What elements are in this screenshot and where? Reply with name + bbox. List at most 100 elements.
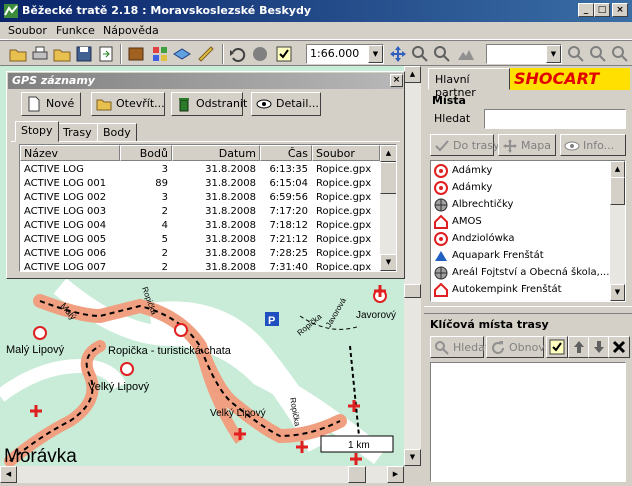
search-label: Hledat xyxy=(434,112,471,125)
move-icon[interactable] xyxy=(388,44,408,64)
table-cell: 31.8.2008 xyxy=(205,192,256,203)
export-icon[interactable] xyxy=(96,44,116,64)
column-header-bodu[interactable]: Bodů xyxy=(120,145,172,161)
save-icon[interactable] xyxy=(74,44,94,64)
scroll-right-icon[interactable]: ▶ xyxy=(387,466,404,483)
scale-select[interactable]: 1:66.000 ▼ xyxy=(306,44,384,64)
table-row[interactable]: ACTIVE LOG 003 2 31.8.2008 7:17:20 Ropice.gp… xyxy=(20,205,380,219)
terrain-icon[interactable] xyxy=(456,44,476,64)
open-folder-icon[interactable] xyxy=(8,44,28,64)
new-button[interactable]: Nové xyxy=(21,92,81,116)
find-icon[interactable] xyxy=(566,44,586,64)
table-cell: ACTIVE LOG 005 xyxy=(24,234,107,245)
mapa-button[interactable]: Mapa xyxy=(498,134,556,156)
obnovit-button[interactable]: Obnovit xyxy=(486,336,552,358)
search-icon xyxy=(435,341,449,355)
table-row[interactable]: ACTIVE LOG 004 4 31.8.2008 7:18:12 Ropice.gp… xyxy=(20,219,380,233)
checklist-button[interactable] xyxy=(546,336,568,358)
table-row[interactable]: ACTIVE LOG 006 2 31.8.2008 7:28:25 Ropice.gp… xyxy=(20,247,380,261)
table-row[interactable]: ACTIVE LOG 002 3 31.8.2008 6:59:56 Ropice.gp… xyxy=(20,191,380,205)
table-cell: 7:18:12 xyxy=(269,220,308,231)
table-cell: ACTIVE LOG 002 xyxy=(24,192,107,203)
gps-close-button[interactable]: × xyxy=(390,74,403,87)
hledat-button[interactable]: Hledat xyxy=(430,336,489,358)
list-scroll-thumb[interactable] xyxy=(380,162,396,194)
scroll-down-icon[interactable]: ▼ xyxy=(610,284,625,301)
table-row[interactable]: ACTIVE LOG 001 89 31.8.2008 6:15:04 Ropice.g… xyxy=(20,177,380,191)
info-button[interactable]: Info... xyxy=(560,134,626,156)
chevron-down-icon[interactable]: ▼ xyxy=(546,45,561,63)
open-button[interactable]: Otevřít... xyxy=(91,92,165,116)
search-combo[interactable]: ▼ xyxy=(486,44,562,64)
table-cell: Ropice.gpx xyxy=(316,192,372,203)
column-header-cas[interactable]: Čas xyxy=(260,145,312,161)
column-header-soubor[interactable]: Soubor xyxy=(312,145,380,161)
places-list[interactable]: Adámky Adámky Albrechtičky AMOS Andziolówka A… xyxy=(430,160,626,302)
water-icon xyxy=(435,251,447,261)
place-name: Areál Fojtství a Obecná škola,... xyxy=(452,267,610,278)
checklist-icon[interactable] xyxy=(274,44,294,64)
do-trasy-button[interactable]: Do trasy xyxy=(430,134,500,156)
book-icon[interactable] xyxy=(126,44,146,64)
arrow-up-icon xyxy=(574,341,584,353)
move-up-button[interactable] xyxy=(568,336,590,358)
column-header-nazev[interactable]: Název xyxy=(20,145,120,161)
key-places-heading: Klíčová místa trasy xyxy=(430,318,549,331)
search-input[interactable] xyxy=(484,109,626,129)
remove-button[interactable]: Odstranit xyxy=(171,92,247,116)
find-next-icon[interactable] xyxy=(588,44,608,64)
key-places-list[interactable] xyxy=(430,362,626,482)
scroll-up-icon[interactable]: ▲ xyxy=(404,66,421,83)
place-name: Albrechtičky xyxy=(452,199,514,210)
delete-button[interactable] xyxy=(608,336,630,358)
hscroll-thumb[interactable] xyxy=(348,466,366,483)
detail-button[interactable]: Detail... xyxy=(251,92,321,116)
menu-bar: Soubor Funkce Nápověda xyxy=(0,22,632,40)
print-icon[interactable] xyxy=(30,44,50,64)
table-row[interactable]: ACTIVE LOG 005 5 31.8.2008 7:21:12 Ropice.gp… xyxy=(20,233,380,247)
tab-body[interactable]: Body xyxy=(97,123,137,142)
tab-hlavni-partner[interactable]: Hlavní partner xyxy=(428,68,510,99)
shocart-logo[interactable]: SHOCART xyxy=(510,68,630,90)
menu-soubor[interactable]: Soubor xyxy=(8,24,47,37)
minimize-button[interactable]: _ xyxy=(578,3,594,17)
map-horizontal-scrollbar[interactable]: ◀ ▶ xyxy=(0,466,404,483)
ruler-icon[interactable] xyxy=(196,44,216,64)
table-cell: 5 xyxy=(161,234,168,245)
zoom-out-icon[interactable] xyxy=(432,44,452,64)
scroll-down-icon[interactable]: ▼ xyxy=(380,254,396,271)
places-scroll-thumb[interactable] xyxy=(610,177,625,205)
menu-funkce[interactable]: Funkce xyxy=(56,24,95,37)
undo-icon[interactable] xyxy=(228,44,248,64)
zoom-in-icon[interactable] xyxy=(410,44,430,64)
scroll-thumb[interactable] xyxy=(404,284,421,298)
gps-tracks-table[interactable]: Název Bodů Datum Čas Soubor ACTIVE LOG 3 3… xyxy=(19,144,397,272)
table-row[interactable]: ACTIVE LOG 007 2 31.8.2008 7:31:40 Ropice.gp… xyxy=(20,261,380,272)
chevron-down-icon[interactable]: ▼ xyxy=(368,45,383,63)
scroll-down-icon[interactable]: ▼ xyxy=(404,449,421,466)
tab-trasy[interactable]: Trasy xyxy=(57,123,98,142)
table-cell: 7:21:12 xyxy=(269,234,308,245)
table-cell: 2 xyxy=(161,206,168,217)
scroll-up-icon[interactable]: ▲ xyxy=(380,145,396,162)
find-prev-icon[interactable] xyxy=(610,44,630,64)
scroll-left-icon[interactable]: ◀ xyxy=(0,466,17,483)
table-cell: 31.8.2008 xyxy=(205,234,256,245)
grid-icon[interactable] xyxy=(150,44,170,64)
point-icon xyxy=(434,232,448,246)
place-name: Adámky xyxy=(452,165,493,176)
map-vertical-scrollbar[interactable]: ▲ ▼ xyxy=(404,66,421,466)
menu-napoveda[interactable]: Nápověda xyxy=(103,24,159,37)
maximize-button[interactable]: □ xyxy=(594,3,610,17)
tab-stopy[interactable]: Stopy xyxy=(15,121,59,142)
table-cell: ACTIVE LOG 007 xyxy=(24,262,107,272)
close-button[interactable]: × xyxy=(612,3,628,17)
move-down-button[interactable] xyxy=(588,336,610,358)
place-name: Adámky xyxy=(452,182,493,193)
scroll-up-icon[interactable]: ▲ xyxy=(610,161,625,178)
folder-icon[interactable] xyxy=(52,44,72,64)
stop-icon[interactable] xyxy=(250,44,270,64)
layers-icon[interactable] xyxy=(172,44,192,64)
table-row[interactable]: ACTIVE LOG 3 31.8.2008 6:13:35 Ropice.gpx xyxy=(20,163,380,177)
column-header-datum[interactable]: Datum xyxy=(172,145,260,161)
